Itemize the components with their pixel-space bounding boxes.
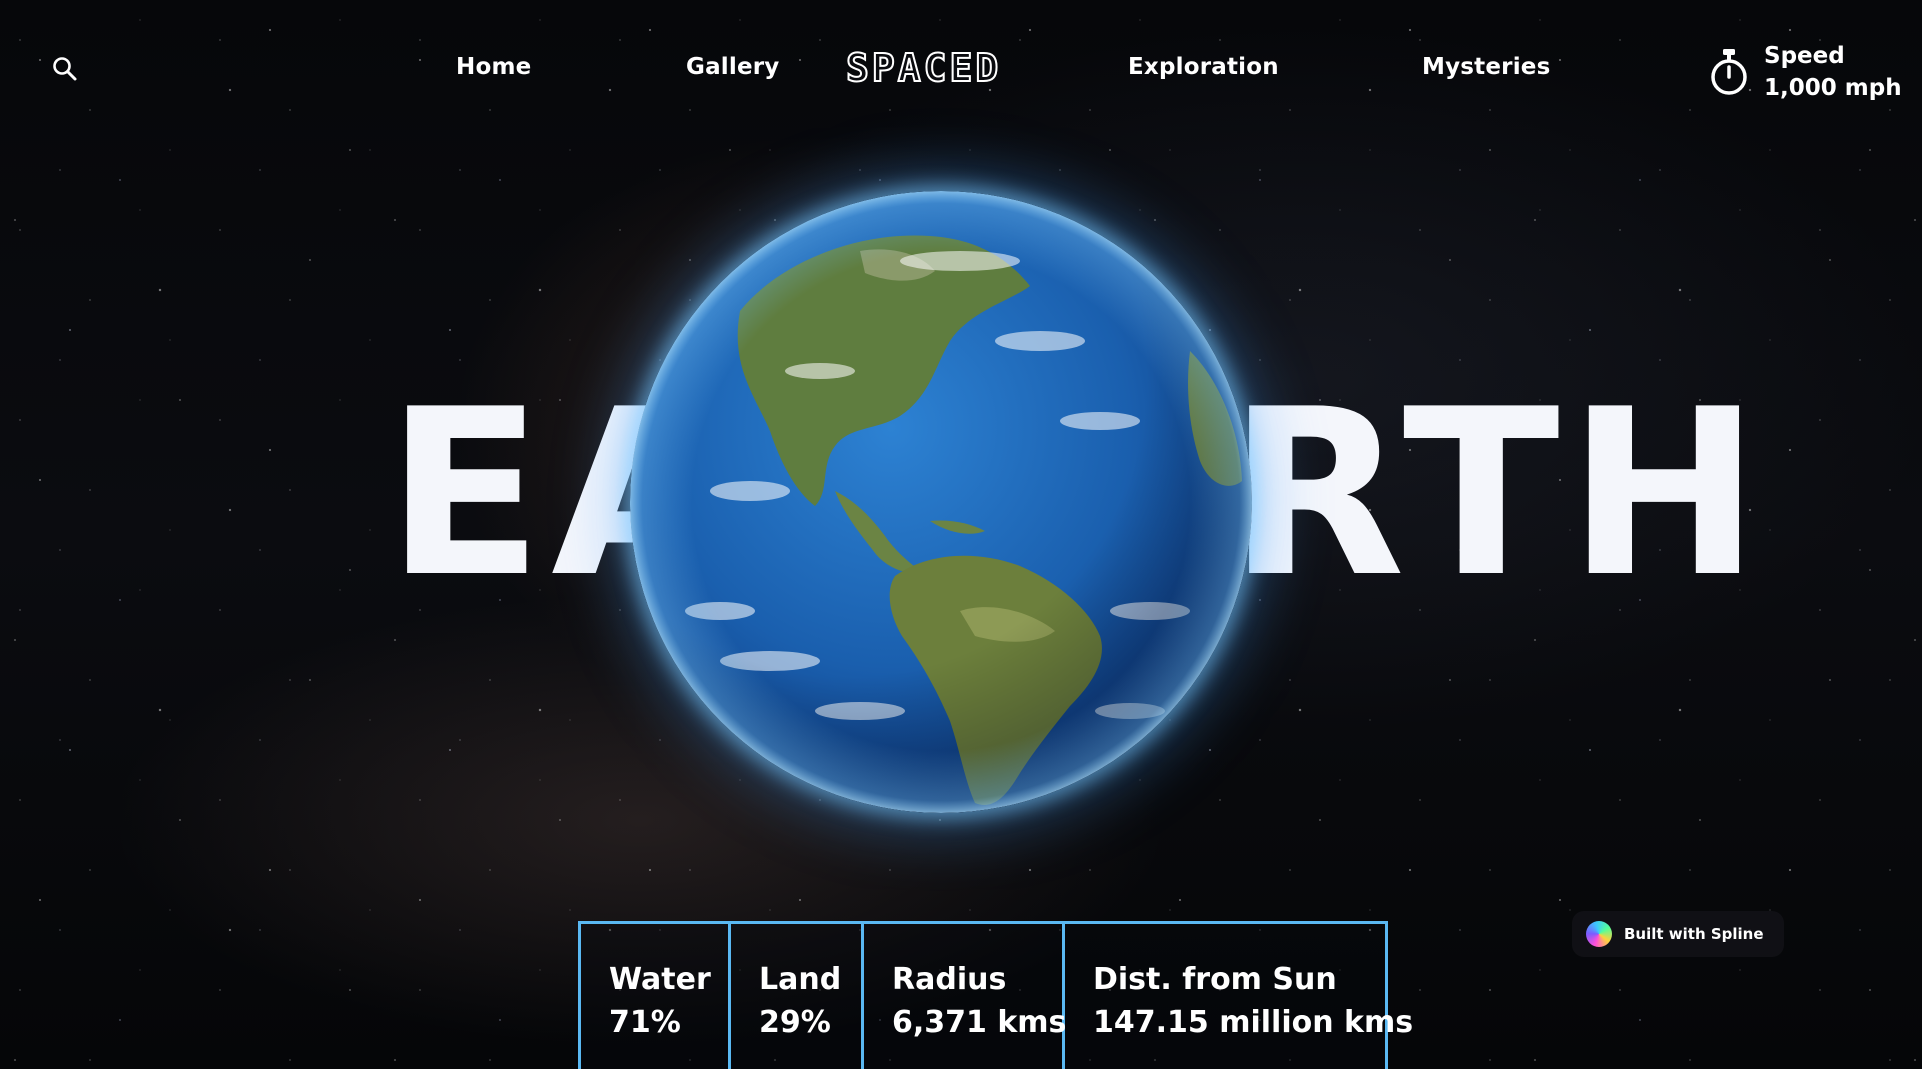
nav-exploration[interactable]: Exploration xyxy=(1128,54,1279,80)
stat-water-value: 71% xyxy=(609,1005,681,1040)
stat-distance-value: 147.15 million kms xyxy=(1093,1005,1414,1040)
stat-distance: Dist. from Sun 147.15 million kms xyxy=(1065,924,1414,1069)
nav-gallery[interactable]: Gallery xyxy=(686,54,780,80)
search-icon xyxy=(53,57,77,81)
nav-home[interactable]: Home xyxy=(456,54,531,80)
stat-land: Land 29% xyxy=(731,924,864,1069)
nav-mysteries[interactable]: Mysteries xyxy=(1422,54,1550,80)
spline-badge-label: Built with Spline xyxy=(1624,925,1764,943)
stat-land-value: 29% xyxy=(759,1005,831,1040)
spline-logo-icon xyxy=(1586,921,1612,947)
stopwatch-icon xyxy=(1711,49,1747,95)
site-logo[interactable]: SPACED xyxy=(845,45,1001,91)
earth-globe-graphic xyxy=(630,191,1252,813)
planet-stats-panel: Water 71% Land 29% Radius 6,371 kms Dist… xyxy=(578,921,1414,1069)
earth-globe[interactable] xyxy=(630,191,1252,813)
speed-indicator: Speed 1,000 mph xyxy=(1708,40,1902,104)
stat-radius-value: 6,371 kms xyxy=(892,1005,1067,1040)
page-stage: Home Gallery SPACED Exploration Mysterie… xyxy=(0,0,1922,1069)
stat-water-label: Water xyxy=(609,962,711,997)
stat-land-label: Land xyxy=(759,962,842,997)
search-button[interactable] xyxy=(50,54,80,84)
stat-radius-label: Radius xyxy=(892,962,1007,997)
speed-value: 1,000 mph xyxy=(1764,75,1902,101)
stat-distance-label: Dist. from Sun xyxy=(1093,962,1337,997)
stat-water: Water 71% xyxy=(581,924,731,1069)
hero-title-right: RTH xyxy=(1228,361,1769,628)
built-with-spline-badge[interactable]: Built with Spline xyxy=(1572,911,1784,957)
speed-label: Speed xyxy=(1764,43,1845,69)
stat-radius: Radius 6,371 kms xyxy=(864,924,1067,1069)
